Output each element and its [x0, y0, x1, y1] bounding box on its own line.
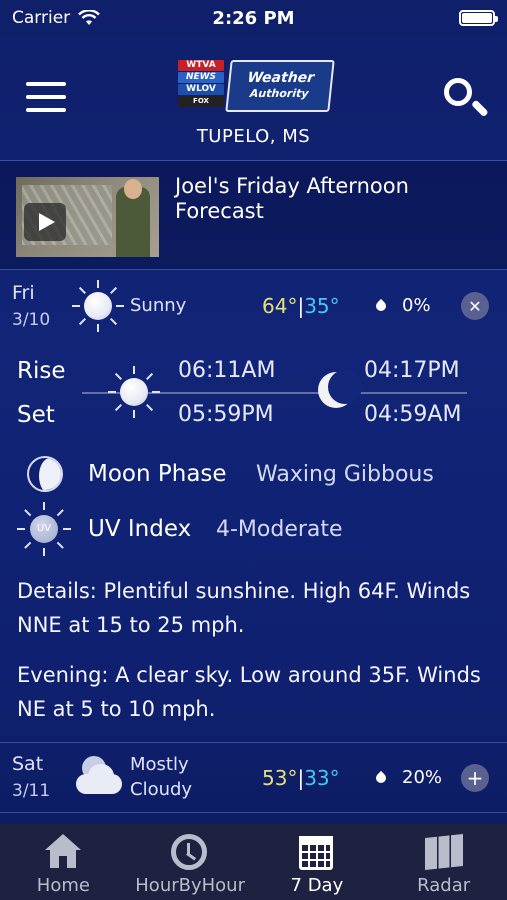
low-temp: 35°	[304, 294, 340, 318]
temperature-range: 53°|33°	[262, 766, 340, 790]
search-icon[interactable]	[442, 76, 489, 120]
uv-icon: UV	[17, 502, 71, 556]
tab-hourbyhour[interactable]: HourByHour	[127, 824, 254, 900]
location-label[interactable]: TUPELO, MS	[0, 126, 507, 147]
clock-icon	[170, 834, 210, 872]
status-bar: Carrier 2:26 PM	[0, 0, 507, 36]
day-date: 3/10	[12, 310, 51, 330]
video-thumbnail[interactable]	[16, 177, 159, 257]
battery-icon	[459, 10, 498, 26]
tab-bar: Home HourByHour 7 Day Radar	[0, 824, 507, 900]
tab-label: 7 Day	[290, 875, 344, 896]
uv-index-label: UV Index	[88, 516, 192, 542]
wifi-icon	[78, 10, 100, 25]
precip-value: 0%	[402, 295, 431, 316]
day-name: Fri	[12, 282, 35, 304]
row-divider	[0, 742, 507, 743]
mostly-cloudy-icon	[72, 756, 128, 800]
carrier-label: Carrier	[12, 8, 71, 28]
expand-button[interactable]: +	[461, 764, 489, 792]
moon-phase-icon	[27, 456, 63, 492]
app-header: WTVA NEWS WLOV FOX Weather Authority TUP…	[0, 36, 507, 158]
sunny-icon	[72, 280, 124, 332]
day-details-text: Details: Plentiful sunshine. High 64F. W…	[17, 579, 471, 637]
condition-text: Sunny	[130, 295, 187, 316]
tab-7-day[interactable]: 7 Day	[254, 824, 381, 900]
tab-label: HourByHour	[135, 875, 245, 896]
rise-label: Rise	[17, 358, 66, 384]
moon-phase-value: Waxing Gibbous	[256, 462, 434, 487]
condition-line-2: Cloudy	[130, 779, 193, 800]
battery-level	[462, 13, 492, 23]
moonset-time: 04:59AM	[364, 402, 462, 427]
moonrise-time: 04:17PM	[364, 358, 460, 383]
calendar-icon	[297, 834, 337, 872]
uv-index-value: 4-Moderate	[216, 517, 343, 542]
sunrise-sun-icon	[108, 366, 160, 418]
precip-chance: 0%	[373, 295, 431, 316]
tab-label: Radar	[417, 875, 471, 896]
temperature-range: 64°|35°	[262, 294, 340, 318]
brand-top-text: Weather	[246, 70, 315, 86]
raindrop-icon	[373, 298, 389, 314]
sunset-time: 05:59PM	[178, 402, 274, 427]
logo-wlov-text: WLOV	[178, 84, 224, 95]
logo-fox-text: FOX	[178, 96, 224, 107]
low-temp: 33°	[304, 766, 340, 790]
forecast-video-row[interactable]: Joel's Friday Afternoon Forecast	[0, 160, 507, 270]
day-date: 3/11	[12, 781, 51, 801]
tab-label: Home	[36, 875, 90, 896]
set-label: Set	[17, 402, 55, 428]
logo-news-text: NEWS	[178, 72, 224, 83]
weather-authority-badge: Weather Authority	[225, 60, 335, 112]
day-row-today[interactable]: Fri 3/10 Sunny 64°|35° 0% ✕	[0, 272, 507, 340]
condition-text: Mostly Cloudy	[130, 752, 192, 802]
moon-crescent-icon	[318, 370, 362, 410]
tab-home[interactable]: Home	[0, 824, 127, 900]
precip-value: 20%	[402, 767, 443, 788]
high-temp: 64°	[262, 294, 298, 318]
tab-radar[interactable]: Radar	[380, 824, 507, 900]
high-temp: 53°	[262, 766, 298, 790]
video-title[interactable]: Joel's Friday Afternoon Forecast	[175, 174, 495, 224]
evening-details-text: Evening: A clear sky. Low around 35F. Wi…	[17, 663, 481, 721]
collapse-button[interactable]: ✕	[461, 292, 489, 320]
condition-line-1: Mostly	[130, 754, 189, 775]
row-divider	[0, 812, 507, 813]
home-icon	[43, 834, 83, 872]
logo-wtva-text: WTVA	[178, 60, 224, 71]
station-logo: WTVA NEWS WLOV FOX Weather Authority	[178, 60, 335, 112]
precip-chance: 20%	[373, 767, 443, 788]
day-name: Sat	[12, 753, 44, 775]
moon-phase-label: Moon Phase	[88, 461, 227, 487]
menu-icon[interactable]	[26, 82, 66, 112]
raindrop-icon	[373, 770, 389, 786]
uv-icon-text: UV	[30, 515, 58, 543]
brand-bottom-text: Authority	[249, 87, 310, 100]
play-icon[interactable]	[24, 203, 66, 241]
map-icon	[424, 834, 464, 872]
sunrise-time: 06:11AM	[178, 358, 276, 383]
